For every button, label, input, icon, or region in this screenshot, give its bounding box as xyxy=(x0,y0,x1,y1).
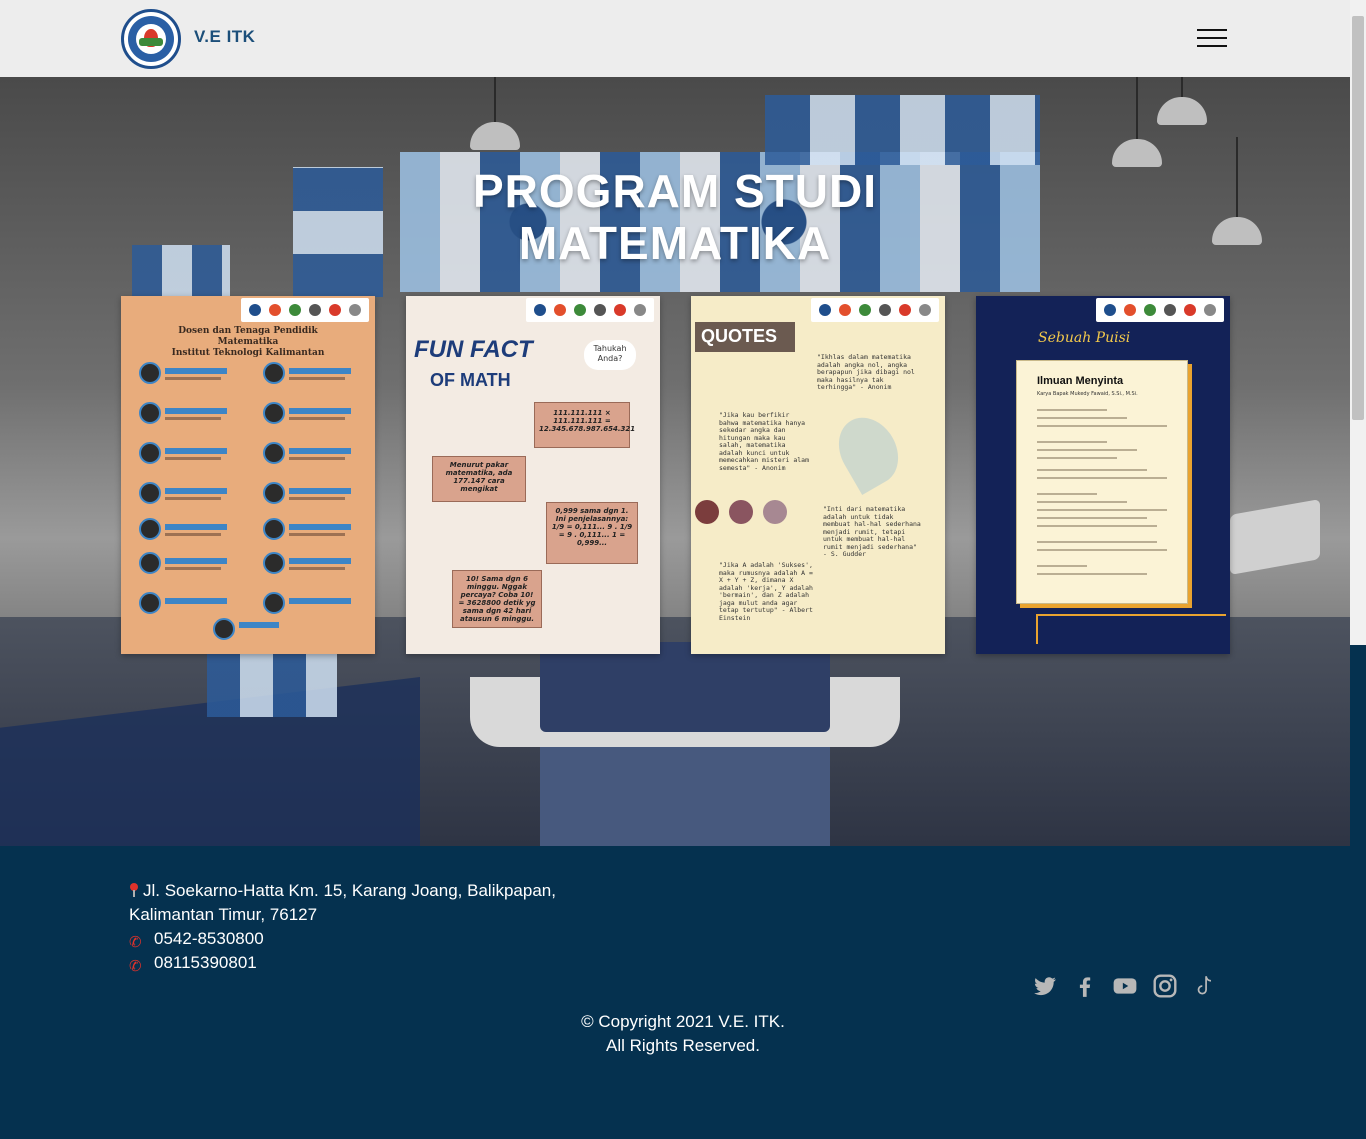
poster-subtitle: OF MATH xyxy=(430,370,511,390)
fact-box: 111.111.111 × 111.111.111 = 12.345.678.9… xyxy=(534,402,635,448)
lamp-decoration xyxy=(470,77,520,150)
poster-title: QUOTES xyxy=(695,322,795,352)
fact-box: Menurut pakar matematika, ada 177.147 ca… xyxy=(432,456,526,502)
twitter-icon[interactable] xyxy=(1032,973,1058,999)
poster-card-fun-fact[interactable]: FUN FACT OF MATH Tahukah Anda? 111.111.1… xyxy=(406,296,660,654)
address-line-2: Kalimantan Timur, 76127 xyxy=(129,905,318,924)
hero-booth-background: PROGRAM STUDI MATEMATIKA Dosen dan Tenaga… xyxy=(0,77,1350,846)
lecturer-photo xyxy=(139,552,161,574)
lamp-decoration xyxy=(1112,77,1162,167)
phone-icon: ✆ xyxy=(129,958,142,975)
poem-paper: Ilmuan Menyinta Karya Bapak Mukedy Fawai… xyxy=(1016,360,1188,604)
lecturer-photo xyxy=(263,552,285,574)
copyright: © Copyright 2021 V.E. ITK. All Rights Re… xyxy=(0,1010,1366,1058)
quote-text: "Jika kau berfikir bahwa matematika hany… xyxy=(719,411,810,472)
circuit-decoration xyxy=(1036,614,1226,644)
footer: Jl. Soekarno-Hatta Km. 15, Karang Joang,… xyxy=(0,846,1366,1139)
instagram-icon[interactable] xyxy=(1152,973,1178,999)
quote-text: "Ikhlas dalam matematika adalah angka no… xyxy=(817,353,915,391)
poster-card-lecturers[interactable]: Dosen dan Tenaga Pendidik Matematika Ins… xyxy=(121,296,375,654)
lecturer-photo xyxy=(139,362,161,384)
social-links xyxy=(1032,973,1218,999)
booth-counter xyxy=(540,642,830,732)
lecturer-photo xyxy=(139,402,161,424)
lecturer-photo xyxy=(263,402,285,424)
copyright-line-2: All Rights Reserved. xyxy=(605,1036,760,1055)
lecturer-photo xyxy=(263,482,285,504)
lecturer-photo xyxy=(263,442,285,464)
lecturer-photo xyxy=(139,482,161,504)
poster-title: FUN FACT xyxy=(414,336,533,363)
leaf-decoration xyxy=(827,406,910,496)
quote-text: "Inti dari matematika adalah untuk tidak… xyxy=(823,505,921,558)
fact-box: 0,999 sama dgn 1. Ini penjelasannya: 1/9… xyxy=(546,502,638,564)
contact-info: Jl. Soekarno-Hatta Km. 15, Karang Joang,… xyxy=(129,879,556,975)
sponsor-logos xyxy=(811,298,939,322)
lecturer-photo xyxy=(139,592,161,614)
lamp-decoration xyxy=(1157,77,1207,125)
itk-logo[interactable] xyxy=(121,9,181,69)
hamburger-menu-icon[interactable] xyxy=(1197,27,1229,49)
lecturer-photo xyxy=(139,442,161,464)
facebook-icon[interactable] xyxy=(1072,973,1098,999)
poster-heading: Dosen dan Tenaga Pendidik Matematika Ins… xyxy=(171,326,325,358)
booth-banner xyxy=(207,647,337,717)
sponsor-logos xyxy=(1096,298,1224,322)
copyright-line-1: © Copyright 2021 V.E. ITK. xyxy=(581,1012,785,1031)
scrollbar[interactable] xyxy=(1350,0,1366,645)
poem-title: Ilmuan Menyinta xyxy=(1037,375,1124,387)
location-pin-icon xyxy=(129,883,139,897)
poem-author: Karya Bapak Mukedy Fawaid, S.Si., M.Si. xyxy=(1037,391,1138,397)
kiosk-decoration xyxy=(1230,499,1320,575)
lecturer-photo xyxy=(263,592,285,614)
top-navbar: V.E ITK xyxy=(0,0,1350,77)
tiktok-icon[interactable] xyxy=(1192,973,1218,999)
speech-bubble: Tahukah Anda? xyxy=(584,340,636,370)
sponsor-logos xyxy=(241,298,369,322)
quote-text: "Jika A adalah 'Sukses', maka rumusnya a… xyxy=(719,561,813,622)
lecturer-photo xyxy=(213,618,235,640)
phone-number-2[interactable]: 08115390801 xyxy=(154,953,257,972)
phone-number-1[interactable]: 0542-8530800 xyxy=(154,929,264,948)
brand-name[interactable]: V.E ITK xyxy=(194,27,255,47)
phone-icon: ✆ xyxy=(129,934,142,951)
scrollbar-thumb[interactable] xyxy=(1352,16,1364,420)
page-title: PROGRAM STUDI MATEMATIKA xyxy=(473,165,877,269)
poster-title: Sebuah Puisi xyxy=(1038,330,1131,346)
lecturer-photo xyxy=(263,518,285,540)
poster-card-poem[interactable]: Sebuah Puisi Ilmuan Menyinta Karya Bapak… xyxy=(976,296,1230,654)
lecturer-photo xyxy=(263,362,285,384)
poster-card-quotes[interactable]: QUOTES "Ikhlas dalam matematika adalah a… xyxy=(691,296,945,654)
address-line-1: Jl. Soekarno-Hatta Km. 15, Karang Joang,… xyxy=(143,881,556,900)
fact-box: 10! Sama dgn 6 minggu. Nggak percaya? Co… xyxy=(452,570,542,628)
youtube-icon[interactable] xyxy=(1112,973,1138,999)
sponsor-logos xyxy=(526,298,654,322)
lecturer-photo xyxy=(139,518,161,540)
booth-banner xyxy=(765,95,1040,165)
